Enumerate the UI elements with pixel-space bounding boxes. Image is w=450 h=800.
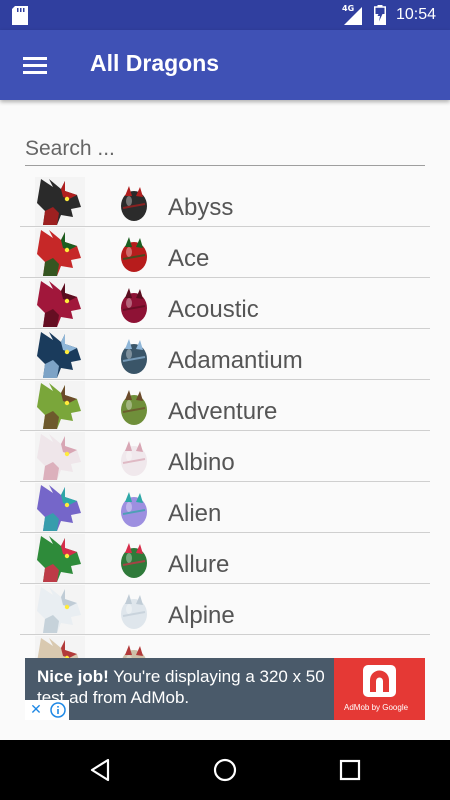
list-item[interactable]: Alien (0, 482, 450, 533)
home-icon[interactable] (211, 756, 239, 784)
dragon-egg-icon (121, 543, 147, 578)
list-item[interactable]: Adamantium (0, 329, 450, 380)
dragon-egg-icon (121, 186, 147, 221)
menu-icon[interactable] (18, 52, 52, 80)
ad-banner[interactable]: Nice job! You're displaying a 320 x 50 t… (25, 658, 425, 720)
list-item[interactable]: Allure (0, 533, 450, 584)
page-title: All Dragons (90, 50, 220, 76)
sd-card-icon (12, 6, 28, 25)
list-item[interactable]: Alpine (0, 584, 450, 635)
dragon-portrait (35, 534, 85, 583)
ad-text: Nice job! You're displaying a 320 x 50 t… (37, 666, 337, 708)
admob-logo-icon (363, 665, 396, 697)
list-item[interactable]: Acoustic (0, 278, 450, 329)
navigation-bar (0, 740, 450, 800)
dragon-egg-icon (121, 441, 147, 476)
dragon-portrait (35, 432, 85, 481)
dragon-egg-icon (121, 339, 147, 374)
list-item[interactable]: Ace (0, 227, 450, 278)
back-icon[interactable] (86, 756, 114, 784)
dragon-egg-icon (121, 237, 147, 272)
dragon-name: Abyss (168, 194, 234, 221)
dragon-name: Allure (168, 551, 230, 578)
dragon-portrait (35, 228, 85, 277)
dragon-egg-icon (121, 288, 147, 323)
dragon-name: Acoustic (168, 296, 259, 323)
status-bar: 4G 10:54 (0, 0, 450, 30)
clock: 10:54 (396, 6, 437, 23)
close-icon[interactable]: ✕ (25, 700, 47, 720)
dragon-portrait (35, 177, 85, 226)
dragon-name: Alpine (168, 602, 235, 629)
dragon-egg-icon (122, 645, 146, 658)
app-bar: All Dragons (0, 30, 450, 100)
info-icon[interactable] (47, 700, 69, 720)
list-item[interactable]: Adventure (0, 380, 450, 431)
network-signal-icon: 4G (338, 4, 364, 26)
list-item[interactable]: Abyss (0, 176, 450, 227)
dragon-portrait (35, 381, 85, 430)
battery-icon (374, 5, 386, 25)
search-input[interactable] (25, 132, 425, 166)
dragon-name: Albino (168, 449, 235, 476)
dragon-name: Ace (168, 245, 210, 272)
admob-logo[interactable]: AdMob by Google (334, 658, 425, 720)
dragon-name: Adamantium (168, 347, 303, 374)
dragon-portrait (35, 636, 85, 658)
admob-brand-label: AdMob by Google (344, 703, 409, 712)
dragon-portrait (35, 330, 85, 379)
list-item[interactable]: Albino (0, 431, 450, 482)
dragon-egg-icon (121, 390, 147, 425)
dragon-egg-icon (121, 492, 147, 527)
list-item[interactable] (0, 635, 450, 658)
dragon-portrait (35, 483, 85, 532)
ad-headline: Nice job! (37, 667, 109, 686)
dragon-name: Adventure (168, 398, 278, 425)
dragon-portrait (35, 279, 85, 328)
recents-icon[interactable] (336, 756, 364, 784)
dragon-egg-icon (121, 594, 147, 629)
dragon-name: Alien (168, 500, 222, 527)
dragon-portrait (35, 585, 85, 634)
dragon-list[interactable]: Abyss Ace Acoustic Adamantium Adventure Albin… (0, 176, 450, 658)
